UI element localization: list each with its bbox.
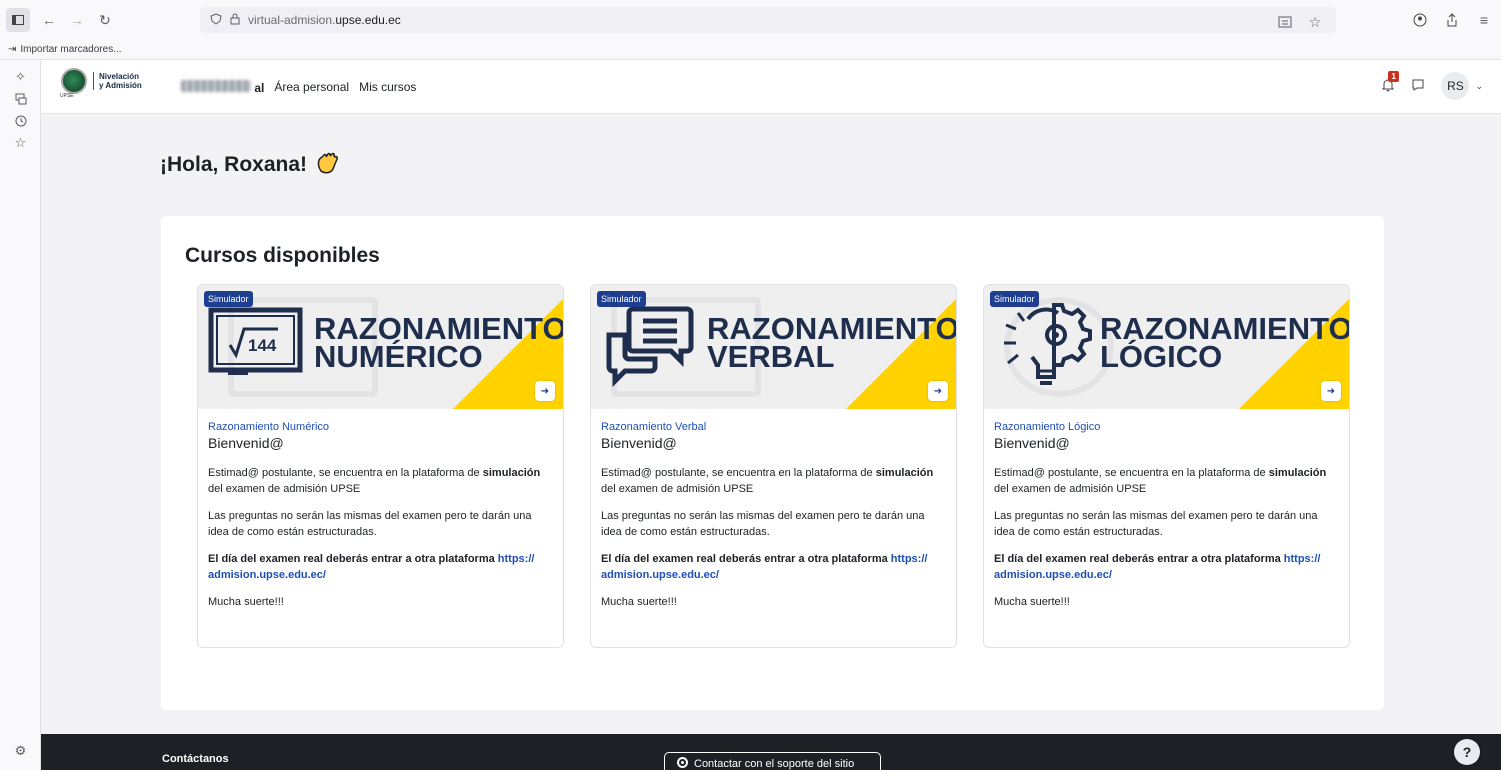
site-footer: Contáctanos Contactar con el soporte del… [41, 734, 1501, 770]
svg-text:144: 144 [248, 336, 277, 355]
simulador-badge: Simulador [204, 291, 253, 307]
bookmarks-bar: ⇥ Importar marcadores... [0, 40, 1501, 60]
browser-sidebar: ✧ ☆ ⚙ [0, 60, 41, 770]
course-heading: Bienvenid@ [208, 435, 284, 451]
ai-sparkle-icon[interactable]: ✧ [0, 66, 41, 88]
course-text-3: El día del examen real deberás entrar a … [994, 553, 1321, 581]
notification-count-badge: 1 [1388, 70, 1399, 82]
bookmark-star-icon[interactable]: ☆ [1302, 9, 1328, 35]
avatar: RS [1441, 72, 1470, 100]
course-heading: Bienvenid@ [601, 435, 677, 451]
course-text-2: Las preguntas no serán las mismas del ex… [208, 510, 532, 538]
messages-icon[interactable] [1411, 78, 1425, 95]
course-card-numerico[interactable]: 144 RAZONAMIENTO NUMÉRICO Simulador ➜ Ra… [197, 284, 564, 648]
import-icon: ⇥ [8, 44, 17, 55]
simulador-badge: Simulador [990, 291, 1039, 307]
browser-toolbar: ← → ↻ virtual-admision.upse.edu.ec ☆ ≡ [0, 0, 1501, 40]
course-card-logico[interactable]: RAZONAMIENTO LÓGICO Simulador ➜ Razonami… [983, 284, 1350, 648]
logo-text: Nivelación y Admisión [93, 72, 142, 90]
course-image-title: RAZONAMIENTO LÓGICO [1100, 311, 1349, 374]
nav-site-home[interactable]: al [181, 79, 264, 95]
course-text-4: Mucha suerte!!! [994, 596, 1070, 608]
lifebuoy-icon [677, 757, 688, 770]
simulador-badge: Simulador [597, 291, 646, 307]
user-menu[interactable]: RS ⌄ [1441, 72, 1483, 100]
course-heading: Bienvenid@ [994, 435, 1070, 451]
reader-view-icon[interactable] [1272, 9, 1298, 35]
contact-support-label: Contactar con el soporte del sitio [694, 758, 855, 770]
course-image[interactable]: 144 RAZONAMIENTO NUMÉRICO Simulador ➜ [198, 285, 563, 409]
course-text-3: El día del examen real deberás entrar a … [208, 553, 535, 581]
site-logo[interactable]: Nivelación y Admisión [61, 68, 142, 94]
chevron-down-icon: ⌄ [1475, 80, 1483, 91]
upse-seal-icon [61, 68, 87, 94]
help-button[interactable]: ? [1454, 739, 1480, 765]
menu-icon[interactable]: ≡ [1471, 7, 1497, 33]
course-text-3: El día del examen real deberás entrar a … [601, 553, 928, 581]
course-card-verbal[interactable]: RAZONAMIENTO VERBAL Simulador ➜ Razonami… [590, 284, 957, 648]
reload-icon[interactable]: ↻ [92, 7, 118, 33]
sidebar-toggle-icon[interactable] [6, 8, 30, 32]
account-icon[interactable] [1407, 7, 1433, 33]
course-text-2: Las preguntas no serán las mismas del ex… [601, 510, 925, 538]
logo-sub: UPSE [60, 93, 74, 99]
enter-course-icon[interactable]: ➜ [535, 381, 555, 401]
url-bar[interactable]: virtual-admision.upse.edu.ec ☆ [200, 7, 1336, 33]
section-title: Cursos disponibles [185, 244, 380, 267]
settings-gear-icon[interactable]: ⚙ [0, 740, 41, 762]
course-text-2: Las preguntas no serán las mismas del ex… [994, 510, 1318, 538]
course-name-link[interactable]: Razonamiento Verbal [601, 421, 946, 433]
square-root-board-icon: 144 [208, 307, 303, 382]
back-icon[interactable]: ← [36, 7, 62, 33]
course-name-link[interactable]: Razonamiento Numérico [208, 421, 553, 433]
enter-course-icon[interactable]: ➜ [928, 381, 948, 401]
forward-icon[interactable]: → [64, 7, 90, 33]
course-image-title: RAZONAMIENTO VERBAL [707, 311, 956, 374]
course-text-1: Estimad@ postulante, se encuentra en la … [994, 467, 1327, 495]
course-text-4: Mucha suerte!!! [601, 596, 677, 608]
chat-bubbles-icon [605, 305, 695, 390]
footer-title: Contáctanos [162, 753, 229, 765]
import-bookmarks-link[interactable]: Importar marcadores... [20, 44, 121, 55]
course-text-1: Estimad@ postulante, se encuentra en la … [601, 467, 934, 495]
contact-support-button[interactable]: Contactar con el soporte del sitio [664, 752, 881, 770]
lock-icon [230, 13, 240, 28]
bookmarks-icon[interactable]: ☆ [0, 132, 41, 154]
notifications-bell-icon[interactable]: 1 [1381, 70, 1399, 95]
courses-block: Cursos disponibles 144 RAZONAMIENTO NUMÉ… [161, 216, 1384, 710]
url-text: virtual-admision.upse.edu.ec [248, 13, 401, 27]
course-text-1: Estimad@ postulante, se encuentra en la … [208, 467, 541, 495]
nav-area-personal[interactable]: Área personal [274, 80, 349, 94]
lightbulb-gear-icon [1002, 301, 1092, 394]
site-navbar: Nivelación y Admisión UPSE al Área perso… [41, 60, 1501, 114]
course-image-title: RAZONAMIENTO NUMÉRICO [314, 311, 563, 374]
history-icon[interactable] [0, 110, 41, 132]
course-name-link[interactable]: Razonamiento Lógico [994, 421, 1339, 433]
shield-icon [210, 12, 222, 28]
enter-course-icon[interactable]: ➜ [1321, 381, 1341, 401]
page-title: ¡Hola, Roxana! [160, 149, 341, 181]
course-image[interactable]: RAZONAMIENTO LÓGICO Simulador ➜ [984, 285, 1349, 409]
synced-tabs-icon[interactable] [0, 88, 41, 110]
nav-mis-cursos[interactable]: Mis cursos [359, 80, 416, 94]
course-image[interactable]: RAZONAMIENTO VERBAL Simulador ➜ [591, 285, 956, 409]
course-text-4: Mucha suerte!!! [208, 596, 284, 608]
share-icon[interactable] [1439, 7, 1465, 33]
waving-hand-icon [315, 149, 341, 181]
